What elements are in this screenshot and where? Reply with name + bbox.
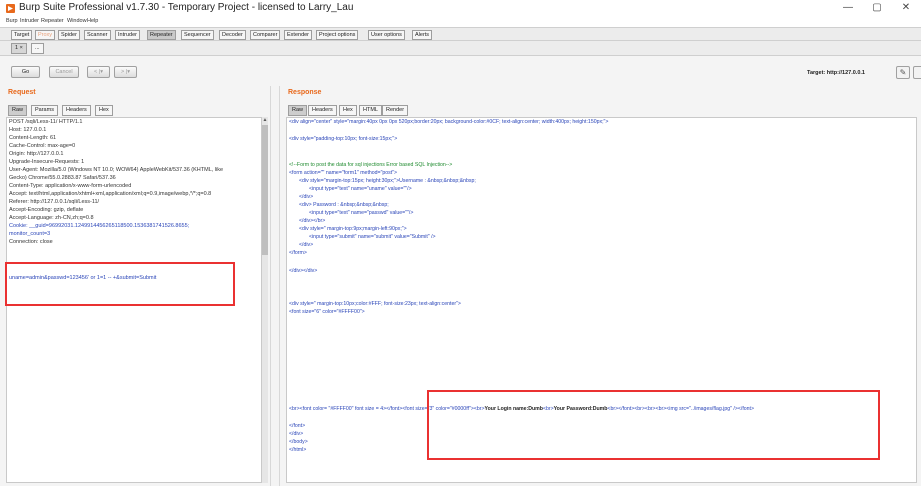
request-line: Cache-Control: max-age=0 xyxy=(9,143,76,149)
tab-target[interactable]: Target xyxy=(11,30,33,40)
response-tab-raw[interactable]: Raw xyxy=(288,105,308,116)
response-line: </body> xyxy=(289,439,308,445)
response-line: </form> xyxy=(289,250,307,256)
response-line: </div> xyxy=(299,242,314,248)
window-title: Burp Suite Professional v1.7.30 - Tempor… xyxy=(19,2,354,13)
response-line: <input type="submit" name="submit" value… xyxy=(309,234,436,240)
menu-repeater[interactable]: Repeater xyxy=(41,17,64,26)
tab-spider[interactable]: Spider xyxy=(58,30,80,40)
close-button[interactable]: ✕ xyxy=(896,1,916,15)
tab-decoder[interactable]: Decoder xyxy=(219,30,246,40)
scroll-up-icon[interactable]: ▲ xyxy=(262,117,268,123)
minimize-button[interactable]: — xyxy=(838,1,858,15)
back-button[interactable]: < |▾ xyxy=(87,66,110,78)
request-line: Origin: http://127.0.0.1 xyxy=(9,151,64,157)
tab-alerts[interactable]: Alerts xyxy=(412,30,433,40)
tab-repeater[interactable]: Repeater xyxy=(147,30,176,40)
tab-extender[interactable]: Extender xyxy=(284,30,313,40)
repeater-tab-1[interactable]: 1 × xyxy=(11,43,27,54)
request-tab-raw[interactable]: Raw xyxy=(8,105,28,116)
request-line: Accept: text/html,application/xhtml+xml,… xyxy=(9,191,212,197)
tab-user-options[interactable]: User options xyxy=(368,30,405,40)
response-line: </font> xyxy=(289,423,306,429)
tab-scanner[interactable]: Scanner xyxy=(84,30,111,40)
request-line: Content-Length: 61 xyxy=(9,135,57,141)
main-tab-bar: Target Proxy Spider Scanner Intruder Rep… xyxy=(0,27,921,41)
response-line: </html> xyxy=(289,447,307,453)
menu-window[interactable]: Window xyxy=(67,17,87,26)
pane-splitter[interactable] xyxy=(270,86,280,486)
request-tab-params[interactable]: Params xyxy=(31,105,58,116)
response-tab-render[interactable]: Render xyxy=(382,105,409,116)
menu-intruder[interactable]: Intruder xyxy=(20,17,39,26)
response-tab-html[interactable]: HTML xyxy=(359,105,382,116)
request-tab-hex[interactable]: Hex xyxy=(95,105,113,116)
response-login-highlight xyxy=(427,390,880,460)
request-line: Connection: close xyxy=(9,239,53,245)
request-line: Accept-Encoding: gzip, deflate xyxy=(9,207,84,213)
response-line: <div style=" margin-top:10px;color:#FFF;… xyxy=(289,301,461,307)
tab-intruder[interactable]: Intruder xyxy=(115,30,140,40)
tab-proxy[interactable]: Proxy xyxy=(35,30,56,40)
response-line: <form action="" name="form1" method="pos… xyxy=(289,170,398,176)
request-line: Cookie: __guid=96992031.1249914456265118… xyxy=(9,223,190,229)
request-line: Referer: http://127.0.0.1/sqli/Less-11/ xyxy=(9,199,100,205)
repeater-toolbar: Go Cancel < |▾ > |▾ Target: http://127.0… xyxy=(0,56,921,86)
tab-sequencer[interactable]: Sequencer xyxy=(181,30,214,40)
request-title: Request xyxy=(8,89,36,96)
request-tab-headers[interactable]: Headers xyxy=(62,105,91,116)
go-button[interactable]: Go xyxy=(11,66,40,78)
tab-project-options[interactable]: Project options xyxy=(316,30,359,40)
request-line: Content-Type: application/x-www-form-url… xyxy=(9,183,132,189)
forward-button[interactable]: > |▾ xyxy=(114,66,137,78)
repeater-tab-bar: 1 × ... xyxy=(0,41,921,56)
response-line: </div> xyxy=(289,431,304,437)
cancel-button[interactable]: Cancel xyxy=(49,66,79,78)
new-repeater-tab-button[interactable]: ... xyxy=(31,43,44,54)
request-line: Accept-Language: zh-CN,zh;q=0.8 xyxy=(9,215,94,221)
request-line: Host: 127.0.0.1 xyxy=(9,127,47,133)
request-scroll-thumb[interactable] xyxy=(262,125,268,255)
response-line: <div style="padding-top:10px; font-size:… xyxy=(289,136,398,142)
title-bar: Burp Suite Professional v1.7.30 - Tempor… xyxy=(0,0,921,18)
response-line: <div style=" margin-top:9px;margin-left:… xyxy=(299,226,407,232)
request-line: User-Agent: Mozilla/5.0 (Windows NT 10.0… xyxy=(9,167,224,173)
response-title: Response xyxy=(288,89,322,96)
maximize-button[interactable]: ▢ xyxy=(867,1,887,15)
menu-bar: Burp Intruder Repeater Window Help xyxy=(0,17,921,26)
response-line: <div> Password : &nbsp;&nbsp;&nbsp; xyxy=(299,202,389,208)
burp-logo-icon xyxy=(6,4,15,13)
response-line: <input type="text" name="uname" value=""… xyxy=(309,186,412,192)
response-tab-hex[interactable]: Hex xyxy=(339,105,357,116)
request-line: Upgrade-Insecure-Requests: 1 xyxy=(9,159,85,165)
request-scrollbar[interactable]: ▲ xyxy=(262,117,268,483)
response-line: </div></br> xyxy=(299,218,326,224)
request-line: POST /sqli/Less-11/ HTTP/1.1 xyxy=(9,119,83,125)
help-icon[interactable] xyxy=(913,66,921,79)
response-line: <font size="6" color="#FFFF00"> xyxy=(289,309,365,315)
tab-comparer[interactable]: Comparer xyxy=(250,30,281,40)
response-line: <input type="text" name="passwd" value="… xyxy=(309,210,414,216)
response-comment-line: <!--Form to post the data for sql inject… xyxy=(289,162,453,168)
request-line: monitor_count=3 xyxy=(9,231,51,237)
response-tab-headers[interactable]: Headers xyxy=(308,105,337,116)
request-line: Gecko) Chrome/55.0.2883.87 Safari/537.36 xyxy=(9,175,116,181)
response-line: </div></div> xyxy=(289,268,318,274)
edit-target-pencil-icon[interactable]: ✎ xyxy=(896,66,910,79)
response-line: <div align="center" style="margin:40px 0… xyxy=(289,119,609,125)
target-label: Target: http://127.0.0.1 xyxy=(807,70,865,76)
response-line: </div> xyxy=(299,194,314,200)
menu-burp[interactable]: Burp xyxy=(6,17,18,26)
response-line: <div style="margin-top:15px; height:30px… xyxy=(299,178,476,184)
menu-help[interactable]: Help xyxy=(87,17,98,26)
request-payload-highlight xyxy=(5,262,235,306)
